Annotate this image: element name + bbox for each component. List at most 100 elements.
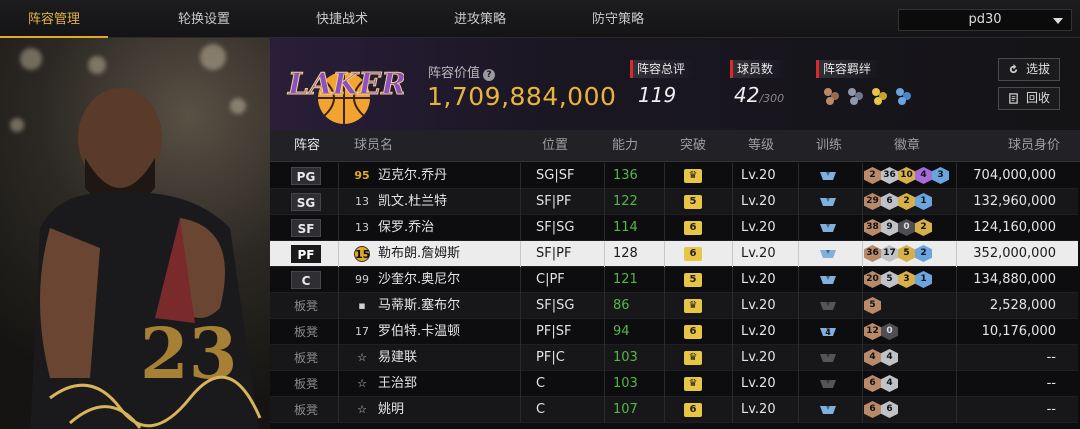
- player-ability: 122: [613, 194, 638, 209]
- player-value: --: [1046, 402, 1056, 417]
- col-badges[interactable]: 徽章: [894, 130, 920, 162]
- overall-label: 阵容总评: [630, 60, 696, 78]
- tab-lineup[interactable]: 阵容管理: [0, 0, 108, 38]
- col-training[interactable]: 训练: [816, 130, 842, 162]
- player-level: Lv.20: [741, 194, 776, 209]
- account-select[interactable]: pd30: [898, 9, 1072, 31]
- badge-list: 44: [864, 349, 898, 367]
- account-select-value: pd30: [968, 12, 1002, 27]
- select-button[interactable]: 选拔: [998, 58, 1060, 81]
- player-ability: 128: [613, 246, 638, 261]
- training-icon[interactable]: [818, 247, 838, 261]
- tab-offense[interactable]: 进攻策略: [426, 0, 534, 38]
- player-ability: 86: [613, 298, 630, 313]
- col-position[interactable]: 位置: [542, 130, 568, 162]
- jersey-number: 13: [355, 195, 369, 208]
- training-icon[interactable]: 4: [818, 325, 838, 339]
- training-icon[interactable]: [818, 169, 838, 183]
- table-row[interactable]: 板凳 17 罗伯特.卡温顿 PF|SF 94 6 Lv.20 4 12 0 10,176,000: [270, 319, 1078, 345]
- player-position: PF|C: [536, 350, 565, 365]
- rank-icon: ▪: [358, 299, 366, 312]
- tab-rotation[interactable]: 轮换设置: [150, 0, 258, 38]
- player-name[interactable]: 罗伯特.卡温顿: [378, 319, 460, 345]
- player-position: SF|SG: [536, 298, 575, 313]
- top-nav: 阵容管理 轮换设置 快捷战术 进攻策略 防守策略 pd30: [0, 0, 1080, 38]
- badge-list: 20 5 3 1: [864, 271, 932, 289]
- badge-bronze-icon: 4: [864, 349, 881, 366]
- jersey-number: 15: [354, 246, 371, 262]
- training-icon[interactable]: [818, 351, 838, 365]
- player-level: Lv.20: [741, 168, 776, 183]
- breakthrough-level: 6: [684, 325, 702, 339]
- col-breakthrough[interactable]: 突破: [680, 130, 706, 162]
- table-row[interactable]: SG 13 凯文.杜兰特 SF|PF 122 5 Lv.20 29 6 2 1 132,960,000: [270, 189, 1078, 215]
- table-row[interactable]: 板凳 ☆ 易建联 PF|C 103 Lv.20 44 --: [270, 345, 1078, 371]
- col-lineup[interactable]: 阵容: [294, 130, 320, 162]
- badge-gold-icon: 3: [898, 271, 915, 288]
- player-ability: 103: [613, 350, 638, 365]
- table-row[interactable]: SF 13 保罗.乔治 SF|SG 114 6 Lv.20 38 9 0 2 124,160,000: [270, 215, 1078, 241]
- player-count: 42/300: [734, 83, 785, 107]
- table-row[interactable]: PF 15 勒布朗.詹姆斯 SF|PF 128 6 Lv.20 36 17 5 2 352,000,0…: [270, 241, 1078, 267]
- svg-text:4: 4: [825, 328, 831, 337]
- tab-defense[interactable]: 防守策略: [564, 0, 672, 38]
- badge-list: 38 9 0 2: [864, 219, 932, 237]
- player-ability: 94: [613, 324, 630, 339]
- player-name[interactable]: 沙奎尔.奥尼尔: [378, 267, 460, 293]
- col-name[interactable]: 球员名: [354, 130, 393, 162]
- training-icon[interactable]: [818, 221, 838, 235]
- badge-silver-icon: 17: [881, 245, 898, 262]
- badge-silver-icon: 9: [881, 219, 898, 236]
- table-row[interactable]: 板凳 ☆ 王治郅 C 103 Lv.20 64 --: [270, 371, 1078, 397]
- player-name[interactable]: 迈克尔.乔丹: [378, 163, 447, 189]
- player-ability: 136: [613, 168, 638, 183]
- jersey-number: 17: [355, 325, 369, 338]
- player-name[interactable]: 王治郅: [378, 371, 417, 397]
- table-row[interactable]: 板凳 ▪ 马蒂斯.塞布尔 SF|SG 86 Lv.20 5 2,528,000: [270, 293, 1078, 319]
- lineup-slot: 板凳: [293, 325, 318, 339]
- training-icon[interactable]: [818, 273, 838, 287]
- player-name[interactable]: 勒布朗.詹姆斯: [378, 241, 460, 267]
- breakthrough-crown-icon: [684, 169, 702, 183]
- col-ability[interactable]: 能力: [612, 130, 638, 162]
- badge-silver-icon: 6: [881, 401, 898, 418]
- table-row[interactable]: 板凳 ☆ 姚明 C 107 6 Lv.20 6 6 --: [270, 397, 1078, 423]
- player-value: 2,528,000: [989, 298, 1056, 313]
- player-level: Lv.20: [741, 376, 776, 391]
- bond-gold-icon: [872, 88, 887, 105]
- badge-bronze-icon: 20: [864, 271, 881, 288]
- tab-quick-tactics[interactable]: 快捷战术: [288, 0, 396, 38]
- badge-purple-icon: 4: [915, 167, 932, 184]
- player-ability: 114: [613, 220, 638, 235]
- badge-dark-icon: 0: [881, 323, 898, 340]
- roster-table-body: PG95迈克尔.乔丹SG|SF136Lv.202361043704,000,00…: [270, 163, 1080, 423]
- player-name[interactable]: 马蒂斯.塞布尔: [378, 293, 460, 319]
- player-name[interactable]: 凯文.杜兰特: [378, 189, 447, 215]
- table-row[interactable]: PG 95 迈克尔.乔丹 SG|SF 136 Lv.20 2361043 704,000,00…: [270, 163, 1078, 189]
- help-icon[interactable]: ?: [483, 69, 496, 81]
- svg-text:LAKERS: LAKERS: [287, 67, 404, 102]
- training-icon[interactable]: [818, 195, 838, 209]
- badge-silver-icon: 4: [881, 375, 898, 392]
- player-name[interactable]: 姚明: [378, 397, 404, 423]
- badge-bronze-icon: 29: [864, 193, 881, 210]
- team-value-label: 阵容价值?: [428, 62, 496, 81]
- player-value: 132,960,000: [973, 194, 1056, 209]
- training-icon[interactable]: [818, 403, 838, 417]
- recycle-button[interactable]: 回收: [998, 87, 1060, 110]
- col-value[interactable]: 球员身价: [1008, 130, 1060, 162]
- training-icon[interactable]: [818, 377, 838, 391]
- badge-gold-icon: 2: [915, 219, 932, 236]
- player-name[interactable]: 易建联: [378, 345, 417, 371]
- player-count-label: 球员数: [730, 60, 786, 78]
- breakthrough-level: 5: [684, 195, 702, 209]
- bond-icons[interactable]: [822, 85, 914, 107]
- player-value: 352,000,000: [973, 246, 1056, 261]
- badge-blue-icon: 1: [915, 271, 932, 288]
- badge-list: 29 6 2 1: [864, 193, 932, 211]
- player-name[interactable]: 保罗.乔治: [378, 215, 434, 241]
- col-level[interactable]: 等级: [748, 130, 774, 162]
- table-row[interactable]: C 99 沙奎尔.奥尼尔 C|PF 121 5 Lv.20 20 5 3 1 134,880,000: [270, 267, 1078, 293]
- player-level: Lv.20: [741, 272, 776, 287]
- training-icon[interactable]: [818, 299, 838, 313]
